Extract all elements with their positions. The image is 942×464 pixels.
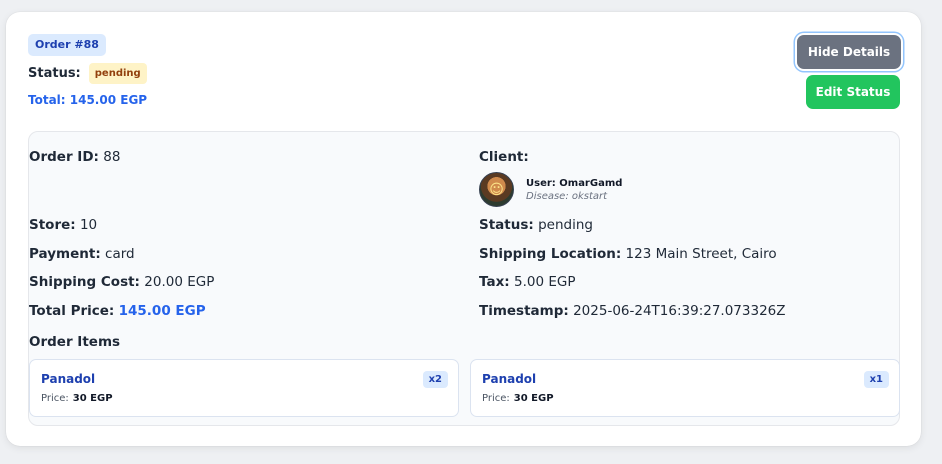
store-value: 10 — [79, 217, 98, 233]
payment-field: Payment: card — [29, 246, 135, 262]
timestamp-field: Timestamp: 2025-06-24T16:39:27.073326Z — [479, 303, 786, 319]
order-items-title: Order Items — [29, 334, 121, 350]
timestamp-value: 2025-06-24T16:39:27.073326Z — [573, 303, 786, 319]
store-label: Store: — [29, 217, 76, 233]
status-label: Status: — [28, 66, 81, 81]
detail-status-value: pending — [538, 217, 593, 233]
payment-label: Payment: — [29, 246, 101, 262]
order-id-value: 88 — [103, 149, 121, 165]
avatar: ☺ — [479, 172, 514, 207]
client-disease: Disease: okstart — [526, 190, 608, 202]
status-badge: pending — [88, 63, 147, 84]
order-id-field: Order ID: 88 — [29, 149, 120, 165]
item-quantity-badge: x2 — [422, 371, 448, 388]
shipping-cost-field: Shipping Cost: 20.00 EGP — [29, 274, 214, 290]
store-field: Store: 10 — [29, 217, 97, 233]
shipping-cost-value: 20.00 EGP — [144, 274, 215, 290]
order-id-label: Order ID: — [29, 149, 99, 165]
timestamp-label: Timestamp: — [479, 303, 569, 319]
client-info: User: OmarGamd Disease: okstart — [526, 178, 622, 202]
item-name: Panadol — [482, 372, 537, 386]
item-name: Panadol — [41, 372, 96, 386]
total-price-field: Total Price: 145.00 EGP — [29, 303, 206, 319]
shipping-location-label: Shipping Location: — [479, 246, 622, 262]
payment-value: card — [105, 246, 135, 262]
tax-field: Tax: 5.00 EGP — [479, 274, 575, 290]
tax-value: 5.00 EGP — [513, 274, 576, 290]
total-price-label: Total Price: — [29, 303, 115, 319]
order-item-card: Panadol x2 Price: 30 EGP — [29, 359, 459, 417]
item-price-label: Price: — [41, 393, 69, 404]
hide-details-button[interactable]: Hide Details — [797, 35, 901, 69]
tax-label: Tax: — [479, 274, 510, 290]
order-number-badge: Order #88 — [28, 34, 106, 56]
client-row: ☺ User: OmarGamd Disease: okstart — [479, 172, 622, 207]
shipping-location-field: Shipping Location: 123 Main Street, Cair… — [479, 246, 777, 262]
order-item-card: Panadol x1 Price: 30 EGP — [470, 359, 900, 417]
client-label: Client: — [479, 149, 529, 165]
shipping-location-value: 123 Main Street, Cairo — [625, 246, 777, 262]
client-field: Client: — [479, 149, 529, 165]
item-price: Price: 30 EGP — [41, 393, 113, 404]
item-price: Price: 30 EGP — [482, 393, 554, 404]
shipping-cost-label: Shipping Cost: — [29, 274, 140, 290]
detail-status-field: Status: pending — [479, 217, 593, 233]
detail-status-label: Status: — [479, 217, 534, 233]
item-price-label: Price: — [482, 393, 510, 404]
order-details-panel: Order ID: 88 Client: ☺ User: OmarGamd Di… — [28, 131, 900, 426]
order-status-line: Status: pending — [28, 63, 147, 84]
item-price-value: 30 EGP — [513, 393, 554, 404]
order-total: Total: 145.00 EGP — [28, 93, 148, 107]
client-user: User: OmarGamd — [526, 177, 623, 189]
item-quantity-badge: x1 — [863, 371, 889, 388]
total-price-value: 145.00 EGP — [118, 303, 206, 319]
item-price-value: 30 EGP — [72, 393, 113, 404]
order-card: Order #88 Status: pending Total: 145.00 … — [6, 12, 921, 446]
edit-status-button[interactable]: Edit Status — [806, 75, 900, 109]
